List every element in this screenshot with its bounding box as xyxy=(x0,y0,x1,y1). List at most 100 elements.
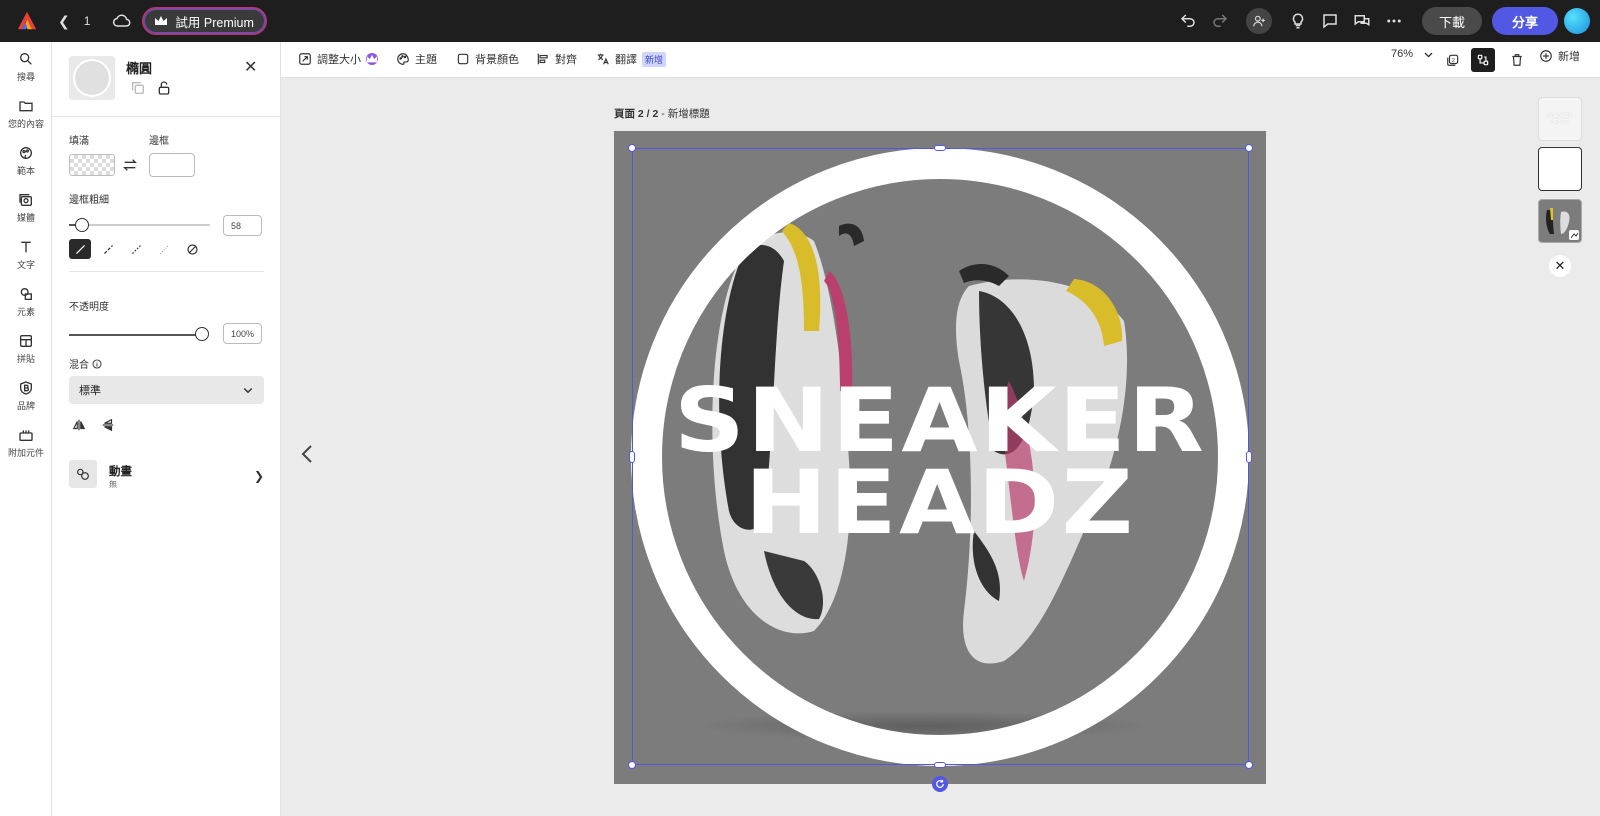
left-rail: 搜尋 您的內容 範本 媒體 文字 元素 拼貼 品牌 附加元件 xyxy=(0,42,52,816)
search-icon xyxy=(19,53,32,65)
flip-vertical-icon[interactable] xyxy=(101,418,115,432)
animation-value: 無 xyxy=(109,480,117,489)
chevron-down-icon xyxy=(1424,52,1433,58)
stroke-width-input[interactable]: 58 xyxy=(223,215,262,236)
chevron-right-icon[interactable]: ❯ xyxy=(254,469,264,483)
resize-handle-top-right[interactable] xyxy=(1245,144,1253,152)
resize-handle-bottom[interactable] xyxy=(934,762,946,768)
info-icon[interactable] xyxy=(92,358,102,369)
stroke-label: 邊框 xyxy=(149,136,169,147)
artboard[interactable]: SNEAKER HEADZ xyxy=(614,131,1266,784)
back-chevron-icon[interactable]: ❮ xyxy=(58,13,70,30)
resize-handle-right[interactable] xyxy=(1246,451,1252,463)
user-avatar[interactable] xyxy=(1564,8,1590,34)
page-thumbnail-2[interactable] xyxy=(1538,147,1582,191)
rail-label: 附加元件 xyxy=(7,448,44,458)
delete-button[interactable] xyxy=(1505,48,1529,72)
adobe-express-logo[interactable] xyxy=(16,10,38,32)
pages-button[interactable]: 2 xyxy=(1441,48,1465,72)
top-bar: ❮ 1 試用 Premium 下載 分享 xyxy=(0,0,1600,42)
swap-icon[interactable] xyxy=(122,157,138,173)
rail-item-your-content[interactable]: 您的內容 xyxy=(0,98,52,130)
close-icon[interactable]: ✕ xyxy=(1549,255,1571,277)
comment-icon[interactable] xyxy=(1320,11,1340,31)
stroke-width-track xyxy=(69,224,210,226)
title-line-2[interactable]: HEADZ xyxy=(614,451,1266,554)
opacity-input[interactable]: 100% xyxy=(223,323,262,344)
stroke-swatch[interactable] xyxy=(149,153,195,177)
fine-dot-line-button[interactable] xyxy=(153,239,175,259)
no-stroke-button[interactable] xyxy=(181,239,203,259)
resize-handle-top[interactable] xyxy=(934,145,946,151)
background-color-button[interactable]: 背景顏色 xyxy=(456,51,519,67)
page-thumbnail-1[interactable]: SNEAKER HEADZ xyxy=(1538,97,1582,141)
opacity-slider[interactable] xyxy=(195,327,209,341)
cloud-icon[interactable] xyxy=(112,11,132,31)
lock-icon[interactable] xyxy=(156,80,172,96)
layers-icon xyxy=(1471,48,1495,72)
more-icon[interactable] xyxy=(1384,11,1404,31)
opacity-fill xyxy=(69,334,204,336)
resize-button[interactable]: 調整大小 xyxy=(298,51,378,67)
rail-item-text[interactable]: 文字 xyxy=(0,239,52,271)
rail-item-brand[interactable]: 品牌 xyxy=(0,380,52,412)
download-button[interactable]: 下載 xyxy=(1421,7,1482,35)
rail-label: 元素 xyxy=(16,307,35,317)
lightbulb-icon[interactable] xyxy=(1288,11,1308,31)
rotate-handle[interactable] xyxy=(932,776,948,792)
dot-line-button[interactable] xyxy=(125,239,147,259)
theme-button[interactable]: 主題 xyxy=(396,51,437,67)
rail-item-elements[interactable]: 元素 xyxy=(0,286,52,318)
undo-icon[interactable] xyxy=(1178,11,1198,31)
stroke-width-slider[interactable] xyxy=(75,218,89,232)
resize-handle-top-left[interactable] xyxy=(628,144,636,152)
dash-line-button[interactable] xyxy=(97,239,119,259)
layers-toggle-button[interactable] xyxy=(1471,48,1495,72)
plus-circle-icon xyxy=(1540,50,1552,62)
no-stroke-icon xyxy=(186,243,198,255)
add-page-button[interactable]: 新增 xyxy=(1539,48,1580,64)
sneaker-thumb-image xyxy=(1546,208,1579,240)
align-left-icon xyxy=(537,53,548,65)
media-thumbnail[interactable] xyxy=(1538,199,1582,243)
chat-icon[interactable] xyxy=(1352,11,1372,31)
add-label: 新增 xyxy=(1558,51,1580,63)
share-button[interactable]: 分享 xyxy=(1491,7,1558,35)
solid-line-button[interactable] xyxy=(69,239,91,259)
premium-label: 試用 Premium xyxy=(175,15,254,30)
duplicate-icon[interactable] xyxy=(130,80,146,96)
rail-item-media[interactable]: 媒體 xyxy=(0,192,52,224)
close-icon[interactable]: ✕ xyxy=(244,57,257,77)
translate-button[interactable]: 翻譯 新增 xyxy=(596,51,667,67)
redo-icon[interactable] xyxy=(1210,11,1230,31)
rail-item-search[interactable]: 搜尋 xyxy=(0,51,52,83)
page-label[interactable]: 頁面 2 / 2 - 新增標題 xyxy=(614,106,710,121)
rail-item-addons[interactable]: 附加元件 xyxy=(0,427,52,459)
try-premium-button[interactable]: 試用 Premium xyxy=(142,7,267,35)
rail-item-templates[interactable]: 範本 xyxy=(0,145,52,177)
align-button[interactable]: 對齊 xyxy=(536,51,577,67)
resize-handle-bottom-right[interactable] xyxy=(1245,761,1253,769)
theme-label: 主題 xyxy=(415,54,437,66)
text-icon xyxy=(21,241,31,253)
zoom-control[interactable]: 76% xyxy=(1391,48,1434,60)
page-title: - 新增標題 xyxy=(658,108,710,120)
resize-handle-left[interactable] xyxy=(629,451,635,463)
folder-icon xyxy=(19,101,33,112)
shapes-icon xyxy=(20,288,32,300)
blend-mode-select[interactable]: 標準 xyxy=(69,376,264,404)
previous-page-icon[interactable] xyxy=(298,442,318,466)
resize-handle-bottom-left[interactable] xyxy=(628,761,636,769)
fill-swatch[interactable] xyxy=(69,154,115,176)
background-color-label: 背景顏色 xyxy=(475,54,519,66)
rail-item-grids[interactable]: 拼貼 xyxy=(0,333,52,365)
addons-icon xyxy=(19,430,33,441)
blend-label: 混合 xyxy=(69,360,89,371)
animation-thumbnail[interactable] xyxy=(69,460,97,488)
shape-thumbnail xyxy=(69,56,115,100)
fill-label: 填滿 xyxy=(69,136,89,147)
page-number: 1 xyxy=(83,14,91,28)
invite-user-icon[interactable] xyxy=(1245,8,1272,34)
animation-label[interactable]: 動畫 xyxy=(109,463,132,479)
flip-horizontal-icon[interactable] xyxy=(72,418,86,432)
